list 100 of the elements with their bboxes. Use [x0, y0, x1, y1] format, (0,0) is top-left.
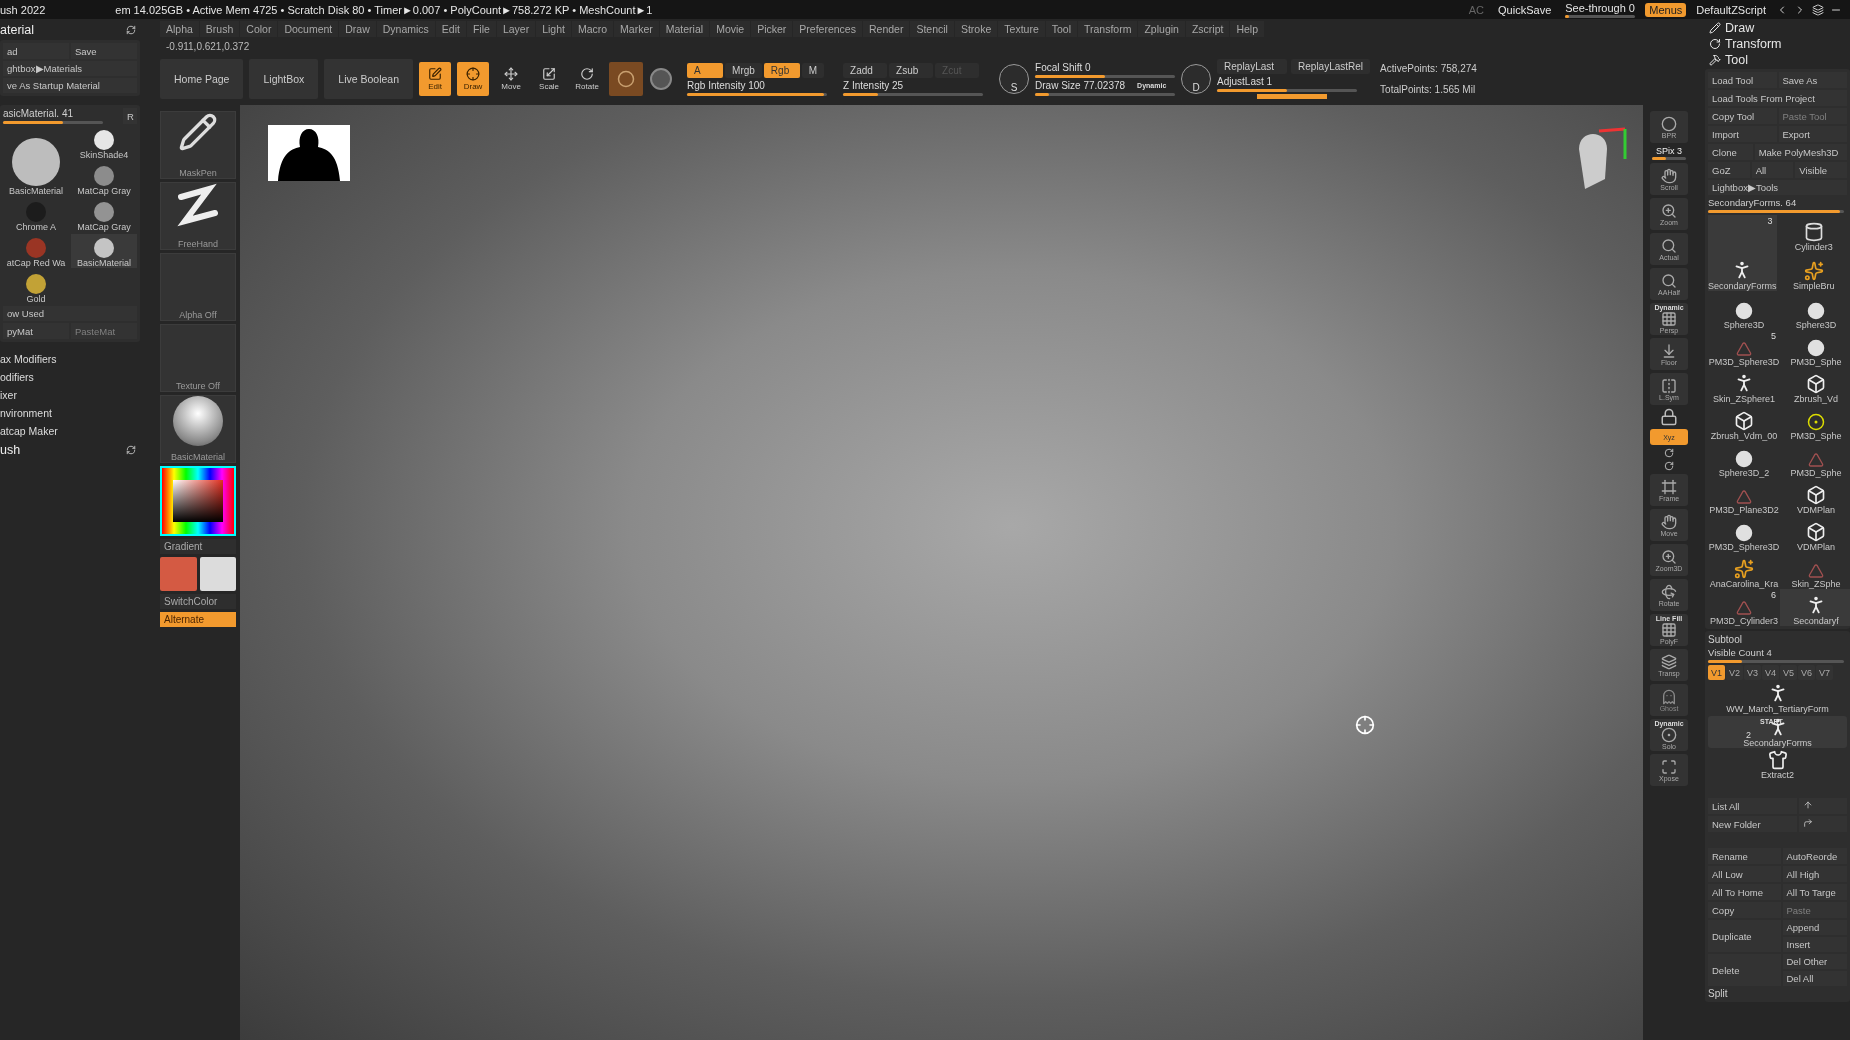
- color-swatch[interactable]: [160, 557, 197, 591]
- tool-thumbnail[interactable]: SimpleBru: [1780, 254, 1847, 291]
- menu-item[interactable]: Stroke: [954, 21, 998, 37]
- tool-button[interactable]: Copy Tool: [1708, 108, 1777, 124]
- material-thumbnail[interactable]: MatCap Gray: [71, 198, 137, 232]
- tool-thumbnail[interactable]: VDMPlan: [1780, 515, 1850, 552]
- menu-item[interactable]: Document: [278, 21, 339, 37]
- menu-item[interactable]: File: [466, 21, 496, 37]
- tool-thumbnail[interactable]: PM3D_Sphe: [1780, 441, 1850, 478]
- menu-item[interactable]: Dynamics: [376, 21, 435, 37]
- lock-icon[interactable]: [1660, 408, 1678, 426]
- subtool-item[interactable]: WW_March_TertiaryForm: [1708, 682, 1847, 714]
- menu-item[interactable]: Help: [1230, 21, 1264, 37]
- brush-slot[interactable]: FreeHand: [160, 182, 236, 250]
- tool-thumbnail[interactable]: 6 PM3D_Cylinder3: [1708, 589, 1780, 626]
- brush-slot[interactable]: Alpha Off: [160, 253, 236, 321]
- menu-item[interactable]: Transform: [1078, 21, 1138, 37]
- menu-item[interactable]: Material: [659, 21, 710, 37]
- slider-track[interactable]: [1708, 660, 1844, 663]
- tool-thumbnail[interactable]: Zbrush_Vdm_00: [1708, 404, 1780, 441]
- material-thumbnail[interactable]: MatCap Gray: [71, 162, 137, 196]
- visible-button[interactable]: Visible: [1795, 162, 1847, 178]
- version-tab[interactable]: V2: [1726, 665, 1743, 680]
- menu-item[interactable]: Layer: [496, 21, 536, 37]
- rotate-icon[interactable]: [1664, 448, 1674, 458]
- slider-track[interactable]: [843, 92, 984, 96]
- mode-button[interactable]: Rotate: [571, 62, 604, 96]
- subtool-action-button[interactable]: All High: [1782, 866, 1847, 882]
- menu-item[interactable]: Stencil: [910, 21, 954, 37]
- all-button[interactable]: All: [1751, 162, 1794, 178]
- subtool-action-button[interactable]: All To Targe: [1782, 884, 1847, 900]
- subtool-action-button[interactable]: All Low: [1708, 866, 1781, 882]
- material-thumbnail[interactable]: SkinShade4: [71, 126, 137, 160]
- switch-color-label[interactable]: SwitchColor: [160, 594, 236, 609]
- subtool-action-button[interactable]: Del All: [1782, 971, 1847, 986]
- channel-toggle[interactable]: Rgb: [763, 62, 800, 78]
- menu-item[interactable]: Marker: [614, 21, 659, 37]
- layout-icon[interactable]: [1812, 3, 1824, 16]
- list-all-button[interactable]: List All: [1708, 798, 1797, 814]
- brush-slot[interactable]: Texture Off: [160, 324, 236, 392]
- alternate-toggle[interactable]: Alternate: [160, 612, 236, 627]
- version-tab[interactable]: V4: [1762, 665, 1779, 680]
- tool-button[interactable]: Export: [1778, 126, 1847, 142]
- tool-button[interactable]: Import: [1708, 126, 1777, 142]
- subtool-action-button[interactable]: Delete: [1708, 954, 1781, 986]
- new-folder-button[interactable]: New Folder: [1708, 816, 1797, 832]
- show-used-button[interactable]: ow Used: [3, 306, 137, 321]
- tool-thumbnail[interactable]: Sphere3D: [1780, 293, 1850, 330]
- channel-toggle[interactable]: Mrgb: [725, 62, 762, 78]
- replay-last-button[interactable]: ReplayLast: [1217, 59, 1288, 74]
- menu-item[interactable]: Draw: [339, 21, 376, 37]
- focal-badge-icon[interactable]: S: [999, 64, 1030, 94]
- tool-thumbnail[interactable]: Zbrush_Vd: [1780, 367, 1850, 404]
- gradient-label[interactable]: Gradient: [160, 539, 236, 554]
- channel-toggle[interactable]: M: [801, 62, 825, 78]
- save-startup-button[interactable]: ve As Startup Material: [3, 78, 137, 93]
- tool-thumbnail[interactable]: PM3D_Sphe: [1780, 330, 1850, 367]
- slider-track[interactable]: [3, 121, 103, 124]
- menu-item[interactable]: Texture: [998, 21, 1045, 37]
- menu-item[interactable]: Movie: [710, 21, 751, 37]
- rotate-icon[interactable]: [1664, 461, 1674, 471]
- sphere-icon[interactable]: [649, 67, 674, 91]
- refresh-icon[interactable]: [126, 25, 136, 35]
- menu-item[interactable]: Edit: [435, 21, 466, 37]
- version-tab[interactable]: V1: [1708, 665, 1725, 680]
- tool-thumbnail[interactable]: PM3D_Sphere3D: [1708, 515, 1780, 552]
- mode-button[interactable]: Move: [495, 62, 528, 96]
- color-swatch[interactable]: [199, 557, 236, 591]
- tool-thumbnail[interactable]: Secondaryf: [1780, 589, 1850, 626]
- refresh-icon[interactable]: [126, 445, 136, 455]
- channel-toggle[interactable]: Zadd: [843, 62, 888, 78]
- tool-thumbnail[interactable]: Sphere3D: [1708, 293, 1780, 330]
- tool-thumbnail[interactable]: PM3D_Sphe: [1780, 404, 1850, 441]
- menu-item[interactable]: Zplugin: [1138, 21, 1185, 37]
- mode-button[interactable]: Draw: [457, 62, 490, 96]
- version-tab[interactable]: V5: [1780, 665, 1797, 680]
- menu-item[interactable]: Light: [536, 21, 571, 37]
- mode-button[interactable]: Edit: [419, 62, 452, 96]
- material-thumbnail[interactable]: BasicMaterial: [71, 234, 137, 268]
- replay-badge-icon[interactable]: D: [1181, 64, 1212, 94]
- tool-thumbnail[interactable]: 5 PM3D_Sphere3D: [1708, 330, 1780, 367]
- brush-slot[interactable]: MaskPen: [160, 111, 236, 179]
- color-picker[interactable]: [160, 466, 236, 536]
- tool-thumbnail[interactable]: PM3D_Plane3D2: [1708, 478, 1780, 515]
- lightbox-materials-button[interactable]: ghtbox▶Materials: [3, 61, 137, 76]
- menu-item[interactable]: Macro: [571, 21, 614, 37]
- channel-toggle[interactable]: A: [687, 62, 724, 78]
- tool-thumbnail[interactable]: 3 SecondaryForms: [1708, 215, 1777, 291]
- tool-thumbnail[interactable]: Cylinder3: [1780, 215, 1847, 252]
- subtool-action-button[interactable]: AutoReorde: [1782, 848, 1847, 864]
- copy-mat-button[interactable]: pyMat: [3, 323, 69, 339]
- slider-track[interactable]: [1565, 14, 1636, 18]
- tool-button[interactable]: Load Tools From Project: [1708, 90, 1847, 106]
- menu-item[interactable]: Render: [862, 21, 910, 37]
- slider-track[interactable]: [1035, 75, 1176, 78]
- menu-item[interactable]: Zscript: [1185, 21, 1230, 37]
- mode-button[interactable]: Scale: [533, 62, 566, 96]
- subtool-action-button[interactable]: Append: [1782, 920, 1847, 935]
- menu-item[interactable]: Color: [240, 21, 278, 37]
- subtool-action-button[interactable]: All To Home: [1708, 884, 1781, 900]
